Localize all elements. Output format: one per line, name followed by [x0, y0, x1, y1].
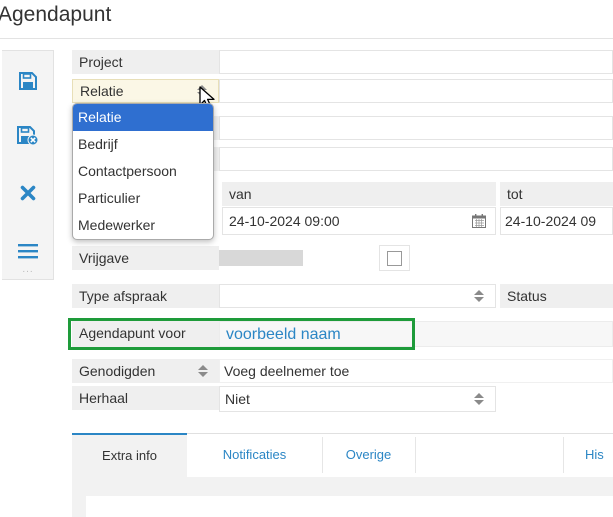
- tab-content-area: [86, 496, 613, 517]
- project-field[interactable]: [219, 50, 613, 74]
- relatie-dropdown-list: Relatie Bedrijf Contactpersoon Particuli…: [72, 103, 214, 240]
- tab-extra-info[interactable]: Extra info: [72, 433, 187, 477]
- genodigden-input[interactable]: Voeg deelnemer toe: [219, 359, 613, 383]
- toolbar-more-dots: ...: [22, 264, 34, 275]
- herhaal-select[interactable]: Niet: [219, 386, 496, 412]
- tab-overige[interactable]: Overige: [322, 433, 415, 477]
- genodigden-arrows-icon: [198, 363, 208, 379]
- herhaal-arrows-icon: [474, 391, 484, 407]
- action-toolbar: ...: [2, 50, 54, 280]
- dropdown-option-particulier[interactable]: Particulier: [73, 185, 213, 212]
- hidden-row-field-2[interactable]: [219, 147, 613, 171]
- genodigden-placeholder: Voeg deelnemer toe: [224, 363, 350, 379]
- dropdown-option-relatie[interactable]: Relatie: [73, 104, 213, 131]
- page-title: Agendapunt: [0, 3, 112, 26]
- tot-date-input[interactable]: 24-10-2024 09: [500, 207, 613, 235]
- genodigden-label: Genodigden: [72, 359, 219, 383]
- tot-date-value: 24-10-2024 09: [505, 213, 597, 229]
- tab-separator: [415, 437, 416, 473]
- hidden-row-field[interactable]: [219, 116, 613, 140]
- calendar-icon[interactable]: [472, 214, 486, 228]
- herhaal-value: Niet: [225, 391, 250, 407]
- vrijgave-checkbox-cell: [379, 245, 410, 271]
- vrijgave-checkbox[interactable]: [387, 251, 402, 266]
- herhaal-label: Herhaal: [72, 386, 219, 410]
- highlight-box: [68, 318, 415, 350]
- menu-icon: [18, 244, 38, 259]
- genodigden-label-text: Genodigden: [79, 363, 156, 379]
- relatie-field[interactable]: [219, 79, 613, 103]
- cancel-button[interactable]: [2, 173, 54, 213]
- type-afspraak-label: Type afspraak: [72, 284, 219, 308]
- dropdown-option-bedrijf[interactable]: Bedrijf: [73, 131, 213, 158]
- close-icon: [20, 185, 36, 201]
- tab-separator: [563, 437, 564, 473]
- dropdown-option-contactpersoon[interactable]: Contactpersoon: [73, 158, 213, 185]
- tot-label: tot: [500, 182, 613, 206]
- project-label: Project: [72, 50, 219, 74]
- select-arrows-icon: [474, 288, 484, 304]
- save-button[interactable]: [2, 61, 54, 101]
- status-label: Status: [500, 284, 613, 308]
- title-divider: [0, 38, 613, 39]
- save-icon: [19, 72, 37, 90]
- van-date-input[interactable]: 24-10-2024 09:00: [222, 207, 496, 235]
- van-label: van: [222, 182, 496, 206]
- van-date-value: 24-10-2024 09:00: [229, 213, 340, 229]
- vrijgave-bar: [219, 250, 303, 266]
- relatie-select-value: Relatie: [80, 83, 124, 99]
- tab-historie[interactable]: His: [585, 433, 613, 477]
- vrijgave-label: Vrijgave: [72, 246, 219, 270]
- type-afspraak-select[interactable]: [219, 284, 496, 308]
- tab-notificaties[interactable]: Notificaties: [187, 433, 322, 477]
- dropdown-option-medewerker[interactable]: Medewerker: [73, 212, 213, 239]
- save-and-close-button[interactable]: [2, 116, 54, 156]
- save-close-icon: [17, 126, 39, 146]
